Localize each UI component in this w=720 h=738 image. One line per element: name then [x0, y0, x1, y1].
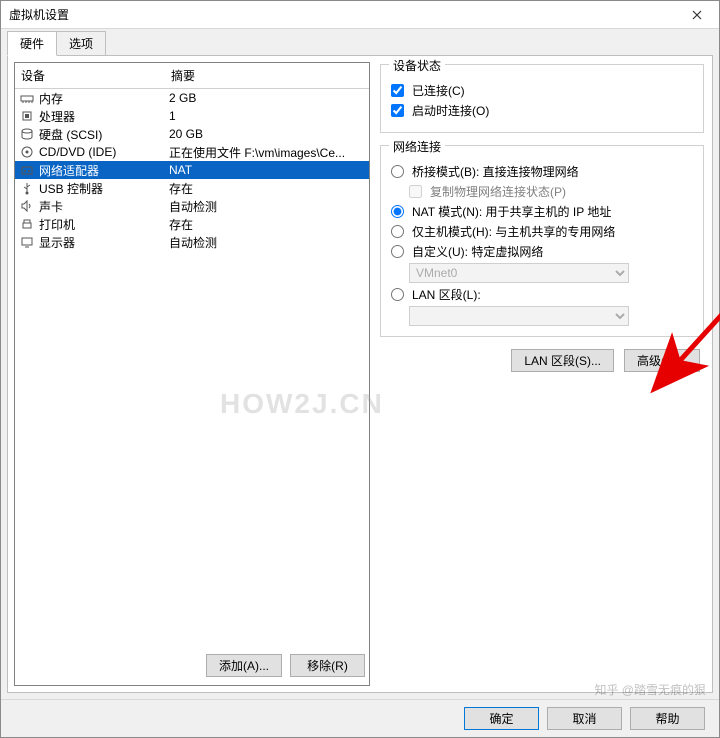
device-state-legend: 设备状态	[389, 57, 445, 74]
hostonly-radio-row[interactable]: 仅主机模式(H): 与主机共享的专用网络	[391, 223, 693, 240]
hardware-name: 显示器	[39, 234, 169, 251]
cpu-icon	[19, 108, 35, 124]
hardware-row[interactable]: 处理器1	[15, 107, 369, 125]
nat-radio[interactable]	[391, 205, 404, 218]
replicate-checkbox-row: 复制物理网络连接状态(P)	[409, 183, 693, 200]
nat-label: NAT 模式(N): 用于共享主机的 IP 地址	[412, 203, 611, 220]
hardware-name: 内存	[39, 90, 169, 107]
lanseg-label: LAN 区段(L):	[412, 286, 481, 303]
settings-detail-pane: 设备状态 已连接(C) 启动时连接(O) 网络连接 桥接模式(B): 直接连接物…	[378, 62, 706, 686]
memory-icon	[19, 90, 35, 106]
dialog-footer: 确定 取消 帮助	[1, 699, 719, 737]
hardware-summary: 20 GB	[169, 127, 365, 141]
network-connection-group: 网络连接 桥接模式(B): 直接连接物理网络 复制物理网络连接状态(P) NAT…	[380, 145, 704, 337]
hardware-summary: 存在	[169, 180, 365, 197]
connected-checkbox[interactable]	[391, 84, 404, 97]
hardware-list[interactable]: 内存2 GB处理器1硬盘 (SCSI)20 GBCD/DVD (IDE)正在使用…	[15, 89, 369, 646]
list-header: 设备 摘要	[15, 63, 369, 89]
hostonly-label: 仅主机模式(H): 与主机共享的专用网络	[412, 223, 615, 240]
hardware-summary: NAT	[169, 163, 365, 177]
hardware-row[interactable]: 硬盘 (SCSI)20 GB	[15, 125, 369, 143]
hostonly-radio[interactable]	[391, 225, 404, 238]
network-connection-legend: 网络连接	[389, 138, 445, 155]
network-extra-buttons: LAN 区段(S)... 高级(V)...	[380, 349, 704, 372]
ok-button[interactable]: 确定	[464, 707, 539, 730]
window-title: 虚拟机设置	[9, 6, 674, 23]
nat-radio-row[interactable]: NAT 模式(N): 用于共享主机的 IP 地址	[391, 203, 693, 220]
tab-panel: 设备 摘要 内存2 GB处理器1硬盘 (SCSI)20 GBCD/DVD (ID…	[7, 55, 713, 693]
connect-poweron-label: 启动时连接(O)	[412, 102, 489, 119]
hardware-row[interactable]: 打印机存在	[15, 215, 369, 233]
custom-label: 自定义(U): 特定虚拟网络	[412, 243, 543, 260]
hardware-summary: 2 GB	[169, 91, 365, 105]
tabstrip: 硬件 选项	[1, 29, 719, 55]
hardware-name: USB 控制器	[39, 180, 169, 197]
help-button[interactable]: 帮助	[630, 707, 705, 730]
connected-checkbox-row[interactable]: 已连接(C)	[391, 82, 693, 99]
hardware-row[interactable]: CD/DVD (IDE)正在使用文件 F:\vm\images\Ce...	[15, 143, 369, 161]
bridged-radio-row[interactable]: 桥接模式(B): 直接连接物理网络	[391, 163, 693, 180]
nic-icon	[19, 162, 35, 178]
bridged-radio[interactable]	[391, 165, 404, 178]
lanseg-select	[409, 306, 629, 326]
cancel-button[interactable]: 取消	[547, 707, 622, 730]
lan-segments-button[interactable]: LAN 区段(S)...	[511, 349, 614, 372]
hardware-name: 处理器	[39, 108, 169, 125]
custom-radio-row[interactable]: 自定义(U): 特定虚拟网络	[391, 243, 693, 260]
sound-icon	[19, 198, 35, 214]
display-icon	[19, 234, 35, 250]
connect-poweron-checkbox-row[interactable]: 启动时连接(O)	[391, 102, 693, 119]
cd-icon	[19, 144, 35, 160]
hardware-list-pane: 设备 摘要 内存2 GB处理器1硬盘 (SCSI)20 GBCD/DVD (ID…	[14, 62, 370, 686]
advanced-button[interactable]: 高级(V)...	[624, 349, 700, 372]
hardware-name: 打印机	[39, 216, 169, 233]
bridged-label: 桥接模式(B): 直接连接物理网络	[412, 163, 579, 180]
add-button[interactable]: 添加(A)...	[206, 654, 282, 677]
connected-label: 已连接(C)	[412, 82, 465, 99]
hardware-summary: 自动检测	[169, 198, 365, 215]
tab-options[interactable]: 选项	[56, 31, 106, 55]
hardware-list-buttons: 添加(A)... 移除(R)	[15, 646, 369, 685]
close-icon	[692, 7, 702, 23]
hardware-summary: 自动检测	[169, 234, 365, 251]
hardware-summary: 正在使用文件 F:\vm\images\Ce...	[169, 144, 365, 161]
connect-poweron-checkbox[interactable]	[391, 104, 404, 117]
printer-icon	[19, 216, 35, 232]
lanseg-radio-row[interactable]: LAN 区段(L):	[391, 286, 693, 303]
replicate-label: 复制物理网络连接状态(P)	[430, 183, 566, 200]
lanseg-radio[interactable]	[391, 288, 404, 301]
hardware-row[interactable]: USB 控制器存在	[15, 179, 369, 197]
lanseg-select-row	[409, 306, 693, 326]
hardware-summary: 存在	[169, 216, 365, 233]
col-device[interactable]: 设备	[15, 63, 165, 88]
hardware-name: 声卡	[39, 198, 169, 215]
hardware-name: 网络适配器	[39, 162, 169, 179]
disk-icon	[19, 126, 35, 142]
custom-radio[interactable]	[391, 245, 404, 258]
hardware-row[interactable]: 网络适配器NAT	[15, 161, 369, 179]
hardware-name: CD/DVD (IDE)	[39, 145, 169, 159]
remove-button[interactable]: 移除(R)	[290, 654, 365, 677]
tab-hardware[interactable]: 硬件	[7, 31, 57, 56]
vmnet-select: VMnet0	[409, 263, 629, 283]
col-summary[interactable]: 摘要	[165, 63, 369, 88]
hardware-row[interactable]: 声卡自动检测	[15, 197, 369, 215]
device-state-group: 设备状态 已连接(C) 启动时连接(O)	[380, 64, 704, 133]
titlebar: 虚拟机设置	[1, 1, 719, 29]
hardware-row[interactable]: 内存2 GB	[15, 89, 369, 107]
hardware-name: 硬盘 (SCSI)	[39, 126, 169, 143]
hardware-row[interactable]: 显示器自动检测	[15, 233, 369, 251]
vm-settings-window: 虚拟机设置 硬件 选项 设备 摘要 内存2 GB处理器1硬盘 (SCSI)20 …	[0, 0, 720, 738]
hardware-summary: 1	[169, 109, 365, 123]
replicate-checkbox	[409, 185, 422, 198]
custom-vmnet-row: VMnet0	[409, 263, 693, 283]
close-button[interactable]	[674, 1, 719, 29]
usb-icon	[19, 180, 35, 196]
